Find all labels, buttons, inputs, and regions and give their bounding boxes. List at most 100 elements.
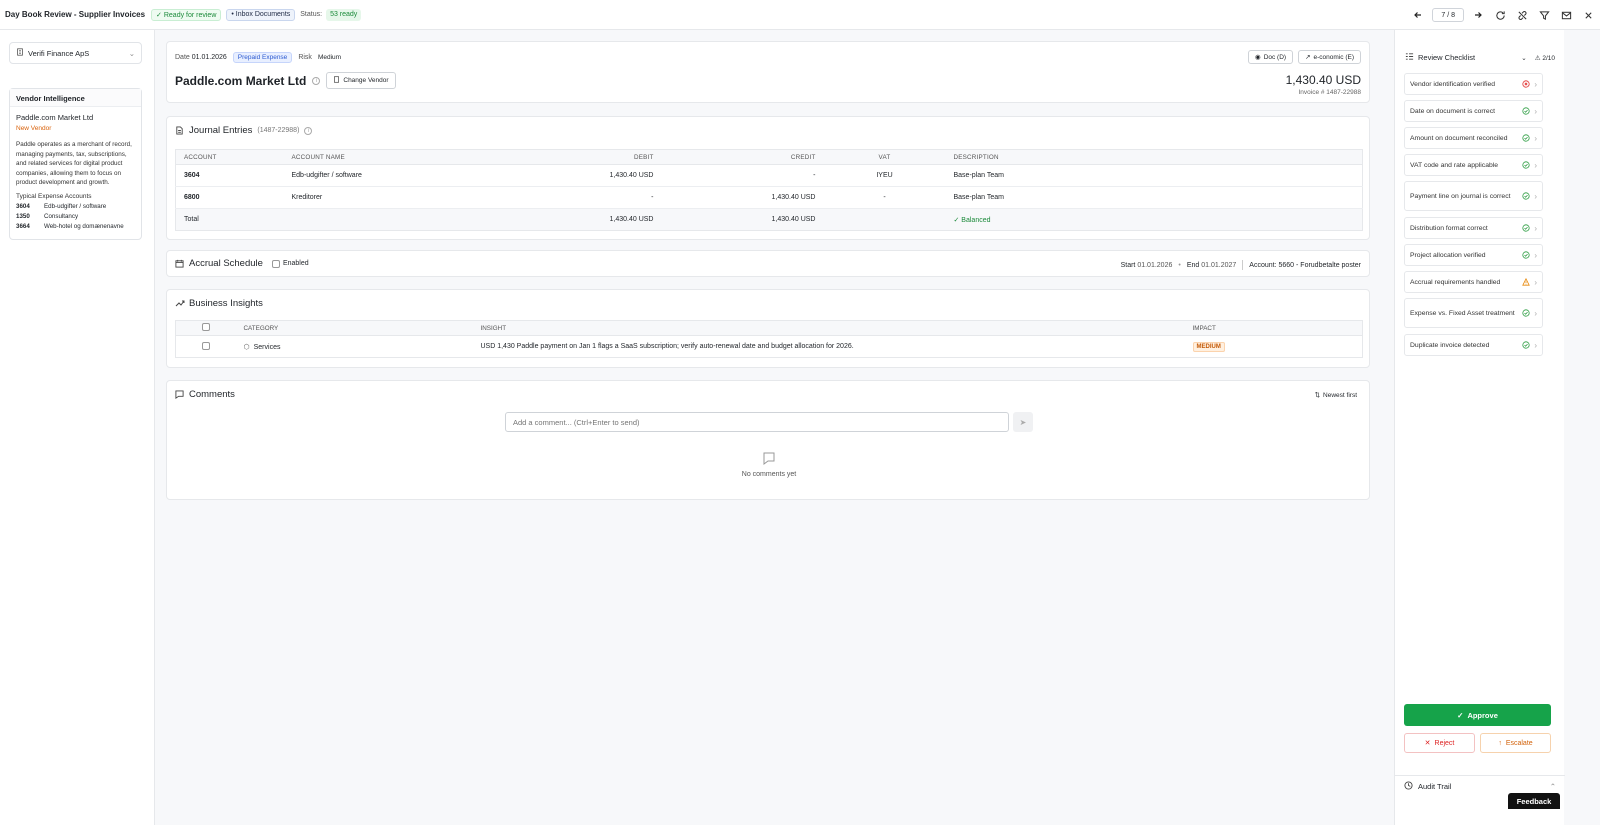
table-row[interactable]: 3604 Edb-udgifter / software 1,430.40 US… [175, 164, 1363, 187]
approve-button[interactable]: ✓ Approve [1404, 704, 1551, 726]
start-value: 01.01.2026 [1137, 261, 1173, 269]
document-icon [175, 126, 184, 135]
insights-header: Business Insights [175, 298, 263, 309]
package-icon: ⬡ [243, 343, 250, 351]
prev-arrow-icon[interactable] [1410, 7, 1426, 23]
app-title: Day Book Review - Supplier Invoices [5, 10, 146, 19]
date-label: Date [175, 54, 190, 61]
cell-description: Base-plan Team [945, 164, 1363, 187]
escalate-button[interactable]: ↑ Escalate [1480, 733, 1551, 753]
no-comments-text: No comments yet [741, 471, 797, 478]
reject-label: Reject [1434, 739, 1455, 747]
risk-label: Risk [298, 54, 312, 61]
send-icon: ➤ [1019, 417, 1027, 427]
chevron-right-icon: › [1534, 277, 1537, 287]
cell-category: ⬡ Services [236, 336, 473, 358]
check-circle-icon [1521, 192, 1530, 201]
reject-button[interactable]: ✕ Reject [1404, 733, 1475, 753]
total-vat [823, 208, 946, 231]
collapse-icon[interactable]: ⌄ [1521, 54, 1526, 62]
chevron-right-icon: › [1534, 223, 1537, 233]
enabled-checkbox[interactable]: Enabled [271, 259, 309, 268]
comment-input[interactable] [505, 412, 1009, 432]
chevron-right-icon: › [1534, 160, 1537, 170]
cell-impact: MEDIUM [1185, 336, 1363, 358]
trend-up-icon [175, 299, 185, 308]
company-name: Verifi Finance ApS [28, 48, 90, 58]
filter-icon[interactable] [1536, 7, 1552, 23]
checklist-item-label: Accrual requirements handled [1410, 278, 1501, 286]
info-icon[interactable]: i [304, 126, 313, 135]
change-vendor-button[interactable]: Change Vendor [326, 72, 396, 89]
sort-button[interactable]: ⇅ Newest first [1315, 391, 1357, 400]
balanced-status: ✓ Balanced [945, 208, 1363, 231]
separator-dot: • [1178, 261, 1181, 269]
checklist-title: Review Checklist [1418, 53, 1476, 62]
cell-insight: USD 1,430 Paddle payment on Jan 1 flags … [480, 343, 854, 350]
cell-debit: - [483, 186, 662, 209]
warning-icon: ⚠ [1534, 54, 1541, 62]
checklist-item[interactable]: Vendor identification verified › [1404, 73, 1543, 95]
close-icon[interactable] [1580, 7, 1596, 23]
economic-button-label: e-conomic (E) [1313, 53, 1354, 61]
account-number: 3664 [16, 222, 30, 230]
economic-button[interactable]: ↗ e-conomic (E) [1298, 50, 1361, 64]
table-row[interactable]: ⬡ Services USD 1,430 Paddle payment on Ja… [176, 336, 1363, 358]
checklist-item[interactable]: Date on document is correct › [1404, 100, 1543, 122]
invoice-meta: Date 01.01.2026 Prepaid Expense Risk Med… [175, 52, 341, 63]
change-vendor-label: Change Vendor [343, 77, 389, 84]
accrual-end: End 01.01.2027 [1187, 262, 1236, 269]
checklist-item[interactable]: Project allocation verified › [1404, 244, 1543, 266]
checklist-item[interactable]: Distribution format correct › [1404, 217, 1543, 239]
chevron-up-icon: ⌃ [1549, 782, 1556, 791]
account-value: 5660 - Forudbetalte poster [1278, 261, 1362, 269]
total-row: Total 1,430.40 USD 1,430.40 USD ✓ Balanc… [175, 208, 1363, 231]
vendor-intelligence-card: Vendor Intelligence Paddle.com Market Lt… [9, 88, 142, 240]
x-icon: ✕ [1424, 740, 1431, 747]
history-icon [1404, 781, 1413, 792]
doc-button[interactable]: ◉ Doc (D) [1248, 50, 1294, 64]
checklist-item[interactable]: Payment line on journal is correct › [1404, 181, 1543, 211]
new-vendor-label: New Vendor [16, 125, 52, 132]
sort-label: Newest first [1323, 391, 1357, 399]
review-panel: Review Checklist ⌄ ⚠ 2/10 Vendor identif… [1394, 30, 1565, 825]
col-insight: INSIGHT [472, 320, 1185, 336]
comment-icon [175, 390, 184, 399]
checklist-item[interactable]: Accrual requirements handled › [1404, 271, 1543, 293]
accrual-account: Account: 5660 - Forudbetalte poster [1249, 262, 1361, 269]
unlink-icon[interactable] [1514, 7, 1530, 23]
company-select[interactable]: Verifi Finance ApS ⌄ [9, 42, 142, 64]
prepaid-tag: Prepaid Expense [232, 52, 293, 63]
info-icon[interactable]: i [312, 76, 321, 85]
comments-header: Comments [175, 389, 235, 400]
pager[interactable]: 7 / 8 [1432, 8, 1464, 22]
mail-icon[interactable] [1558, 7, 1574, 23]
select-all-checkbox[interactable] [201, 323, 210, 331]
checklist-item[interactable]: Expense vs. Fixed Asset treatment › [1404, 298, 1543, 328]
check-circle-icon [1521, 107, 1530, 116]
typical-account-row: 1350 Consultancy [10, 212, 141, 222]
impact-badge: MEDIUM [1192, 342, 1225, 352]
checklist-item[interactable]: VAT code and rate applicable › [1404, 154, 1543, 176]
inbox-badge[interactable]: • Inbox Documents [226, 8, 296, 21]
send-button[interactable]: ➤ [1013, 412, 1033, 432]
total-label: Total [175, 208, 284, 231]
invoice-header-card: Date 01.01.2026 Prepaid Expense Risk Med… [166, 41, 1370, 103]
checklist-item-label: Vendor identification verified [1410, 80, 1496, 88]
doc-button-label: Doc (D) [1263, 53, 1287, 61]
refresh-icon[interactable] [1492, 7, 1508, 23]
feedback-button[interactable]: Feedback [1508, 793, 1560, 809]
checklist-item[interactable]: Duplicate invoice detected › [1404, 334, 1543, 356]
accrual-schedule-card: Accrual Schedule Enabled Start 01.01.202… [166, 250, 1370, 277]
next-arrow-icon[interactable] [1470, 7, 1486, 23]
ready-badge[interactable]: ✓ Ready for review [151, 8, 222, 21]
checklist-item[interactable]: Amount on document reconciled › [1404, 127, 1543, 149]
checkbox[interactable] [271, 259, 280, 268]
cell-credit: 1,430.40 USD [661, 186, 824, 209]
vendor-intelligence-name: Paddle.com Market Ltd [16, 113, 94, 122]
account-label: Account: [1249, 261, 1277, 269]
row-checkbox[interactable] [201, 341, 210, 350]
check-circle-icon [1521, 341, 1530, 350]
table-row[interactable]: 6800 Kreditorer - 1,430.40 USD - Base-pl… [175, 186, 1363, 209]
check-circle-icon [1521, 161, 1530, 170]
